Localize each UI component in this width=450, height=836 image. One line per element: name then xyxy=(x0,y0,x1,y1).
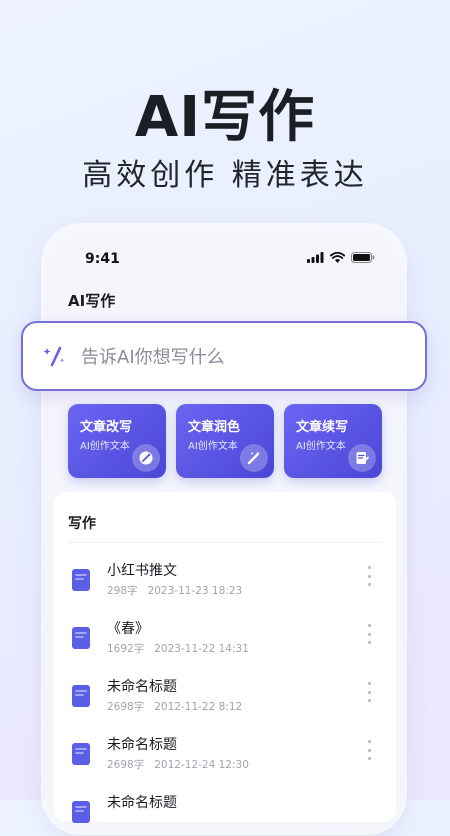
more-options-icon[interactable] xyxy=(366,682,372,702)
document-name: 未命名标题 xyxy=(107,679,177,695)
document-meta: 2698字 2012-11-22 8:12 xyxy=(107,699,242,714)
more-options-icon[interactable] xyxy=(366,624,372,644)
document-date: 2012-12-24 12:30 xyxy=(154,759,249,771)
feature-subtitle: AI创作文本 xyxy=(80,441,130,452)
signal-icon xyxy=(307,252,324,263)
word-count: 2698字 xyxy=(107,759,145,771)
app-title: AI写作 xyxy=(68,292,116,310)
document-icon xyxy=(72,685,90,707)
document-date: 2012-11-22 8:12 xyxy=(154,701,243,713)
word-count: 298字 xyxy=(107,585,138,597)
document-name: 未命名标题 xyxy=(107,795,177,811)
word-count: 1692字 xyxy=(107,643,145,655)
feature-subtitle: AI创作文本 xyxy=(296,441,346,452)
writing-list-card: 写作 小红书推文 298字 2023-11-23 18:23 《春》 1692字… xyxy=(54,492,396,823)
battery-icon xyxy=(351,252,375,263)
feature-title: 文章润色 xyxy=(188,420,241,435)
edit-icon xyxy=(132,444,160,472)
list-item[interactable]: 未命名标题 2698字 2012-11-22 8:12 xyxy=(54,674,396,720)
list-item[interactable]: 《春》 1692字 2023-11-22 14:31 xyxy=(54,616,396,662)
document-meta: 1692字 2023-11-22 14:31 xyxy=(107,641,249,656)
section-title: 写作 xyxy=(68,516,96,532)
ai-sparkle-icon xyxy=(43,346,65,367)
wifi-icon xyxy=(330,252,345,263)
document-date: 2023-11-23 18:23 xyxy=(147,585,243,597)
document-name: 未命名标题 xyxy=(107,737,177,753)
hero-subtitle: 高效创作 精准表达 xyxy=(82,158,368,193)
search-input[interactable]: 告诉AI你想写什么 xyxy=(21,321,427,391)
list-item[interactable]: 小红书推文 298字 2023-11-23 18:23 xyxy=(54,558,396,604)
more-options-icon[interactable] xyxy=(366,566,372,586)
document-name: 《春》 xyxy=(107,621,149,637)
feature-rewrite-button[interactable]: 文章改写 AI创作文本 xyxy=(68,404,166,478)
magic-wand-icon xyxy=(240,444,268,472)
status-time: 9:41 xyxy=(85,251,120,267)
document-icon xyxy=(72,627,90,649)
feature-subtitle: AI创作文本 xyxy=(188,441,238,452)
feature-cards: 文章改写 AI创作文本 文章润色 AI创作文本 文章续写 AI创作文本 xyxy=(68,404,382,478)
document-icon xyxy=(72,801,90,823)
document-meta: 298字 2023-11-23 18:23 xyxy=(107,583,242,598)
document-icon xyxy=(72,743,90,765)
write-doc-icon xyxy=(348,444,376,472)
document-date: 2023-11-22 14:31 xyxy=(154,643,249,655)
list-item[interactable]: 未命名标题 xyxy=(54,790,396,836)
list-item[interactable]: 未命名标题 2698字 2012-12-24 12:30 xyxy=(54,732,396,778)
document-name: 小红书推文 xyxy=(107,563,177,579)
document-meta: 2698字 2012-12-24 12:30 xyxy=(107,757,249,772)
search-placeholder: 告诉AI你想写什么 xyxy=(81,347,225,368)
feature-polish-button[interactable]: 文章润色 AI创作文本 xyxy=(176,404,274,478)
feature-title: 文章改写 xyxy=(80,420,133,435)
feature-title: 文章续写 xyxy=(296,420,349,435)
word-count: 2698字 xyxy=(107,701,145,713)
hero-title: AI写作 xyxy=(134,85,316,150)
document-icon xyxy=(72,569,90,591)
status-icons xyxy=(307,252,375,263)
divider xyxy=(68,542,382,543)
feature-continue-button[interactable]: 文章续写 AI创作文本 xyxy=(284,404,382,478)
more-options-icon[interactable] xyxy=(366,740,372,760)
